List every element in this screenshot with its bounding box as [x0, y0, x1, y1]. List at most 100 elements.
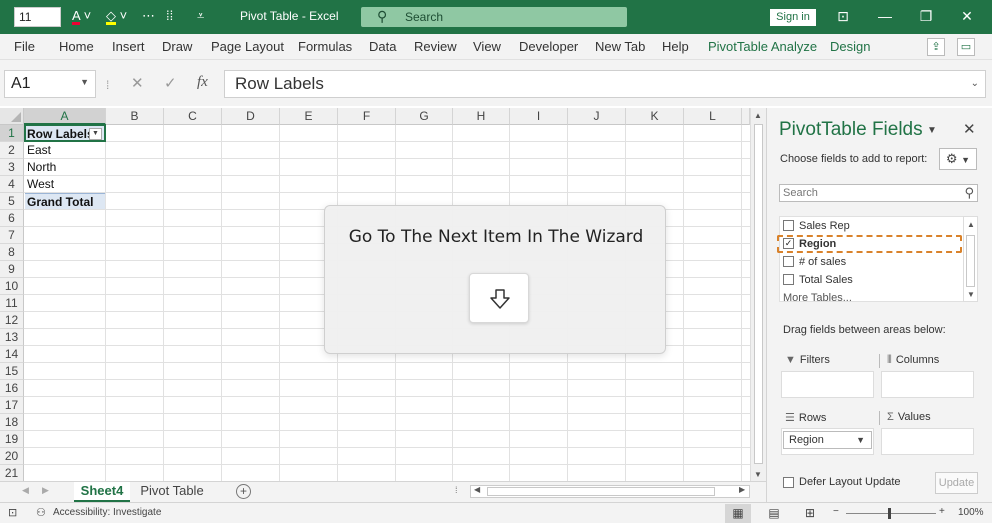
scroll-down-icon[interactable]: ▼ [967, 290, 975, 299]
tab-pivot-table[interactable]: Pivot Table [132, 482, 212, 502]
row-header-1[interactable]: 1 [0, 125, 24, 142]
row-header-14[interactable]: 14 [0, 346, 24, 363]
column-header-e[interactable]: E [280, 108, 338, 125]
row-header-10[interactable]: 10 [0, 278, 24, 295]
row-header-13[interactable]: 13 [0, 329, 24, 346]
field-list-scrollbar[interactable]: ▲ ▼ [963, 216, 978, 302]
scroll-down-icon[interactable]: ▼ [754, 470, 762, 479]
hscroll-thumb[interactable] [487, 487, 715, 496]
page-break-view-icon[interactable]: ⊞ [797, 504, 823, 523]
column-header-g[interactable]: G [396, 108, 453, 125]
menu-formulas[interactable]: Formulas [298, 39, 352, 54]
enter-icon[interactable]: ✓ [164, 74, 177, 92]
menu-data[interactable]: Data [369, 39, 396, 54]
field-settings-button[interactable]: ⚙ ▼ [939, 148, 977, 170]
scroll-left-icon[interactable]: ◀ [474, 485, 480, 494]
scroll-thumb[interactable] [754, 124, 763, 464]
checkbox[interactable] [783, 274, 794, 285]
row-header-19[interactable]: 19 [0, 431, 24, 448]
scroll-right-icon[interactable]: ▶ [739, 485, 745, 494]
column-header-k[interactable]: K [626, 108, 684, 125]
column-header-i[interactable]: I [510, 108, 568, 125]
search-box[interactable]: ⚲ Search [361, 7, 627, 27]
field-search-input[interactable]: Search ⚲ [779, 184, 978, 202]
update-button[interactable]: Update [935, 472, 978, 494]
column-header-h[interactable]: H [453, 108, 510, 125]
zoom-slider[interactable] [846, 513, 936, 514]
row-header-6[interactable]: 6 [0, 210, 24, 227]
minimize-icon[interactable]: — [875, 6, 895, 26]
field-list-scroll-thumb[interactable] [966, 235, 975, 287]
scroll-up-icon[interactable]: ▲ [967, 220, 975, 229]
ribbon-display-icon[interactable]: ⊡ [833, 6, 853, 26]
name-box[interactable]: A1 ▼ [4, 70, 96, 98]
field-sales-rep[interactable]: Sales Rep [783, 218, 850, 234]
tab-splitter-icon[interactable]: ⁞ [455, 485, 458, 495]
pane-close-icon[interactable]: ✕ [963, 120, 976, 138]
column-header-l[interactable]: L [684, 108, 742, 125]
customize-toolbar-icon[interactable]: ⩡ [197, 8, 204, 24]
wizard-next-button[interactable] [469, 273, 529, 323]
borders-icon[interactable]: ⋯ [142, 8, 155, 24]
horizontal-scrollbar[interactable]: ◀ ▶ [470, 485, 750, 498]
menu-pivottable-analyze[interactable]: PivotTable Analyze [708, 39, 817, 54]
row-header-17[interactable]: 17 [0, 397, 24, 414]
filters-drop-zone[interactable] [781, 371, 874, 398]
row-header-8[interactable]: 8 [0, 244, 24, 261]
rows-field-region[interactable]: Region ▼ [783, 431, 872, 449]
sign-in-button[interactable]: Sign in [770, 9, 816, 26]
checkbox[interactable] [783, 256, 794, 267]
cancel-icon[interactable]: ✕ [131, 74, 144, 92]
row-header-21[interactable]: 21 [0, 465, 24, 481]
comments-icon[interactable]: ▭ [957, 38, 975, 56]
chevron-down-icon[interactable]: ▼ [856, 432, 865, 448]
zoom-in-icon[interactable]: + [939, 506, 945, 517]
add-sheet-icon[interactable]: + [236, 484, 251, 499]
defer-layout-checkbox[interactable] [783, 477, 794, 488]
row-header-11[interactable]: 11 [0, 295, 24, 312]
menu-file[interactable]: File [14, 39, 35, 54]
insert-function-icon[interactable]: fx [197, 74, 208, 91]
vertical-scrollbar[interactable]: ▲ ▼ [750, 108, 766, 481]
menu-help[interactable]: Help [662, 39, 689, 54]
menu-insert[interactable]: Insert [112, 39, 145, 54]
cell-a4[interactable]: West [25, 176, 105, 192]
row-header-2[interactable]: 2 [0, 142, 24, 159]
tab-sheet4[interactable]: Sheet4 [74, 482, 130, 502]
field-num-of-sales[interactable]: # of sales [783, 254, 846, 270]
row-header-18[interactable]: 18 [0, 414, 24, 431]
prev-sheet-icon[interactable]: ◀ [22, 485, 29, 496]
menu-view[interactable]: View [473, 39, 501, 54]
row-header-3[interactable]: 3 [0, 159, 24, 176]
row-header-20[interactable]: 20 [0, 448, 24, 465]
select-all-button[interactable] [0, 108, 24, 125]
formula-input[interactable]: Row Labels ⌄ [224, 70, 986, 98]
merge-icon[interactable]: ⁞⁞ [166, 8, 173, 24]
accessibility-icon[interactable]: ⚇ [36, 506, 46, 519]
font-color-icon[interactable]: A ˅ [72, 8, 91, 24]
font-size-box[interactable]: 11 [14, 7, 61, 27]
menu-review[interactable]: Review [414, 39, 457, 54]
scroll-up-icon[interactable]: ▲ [754, 111, 762, 120]
columns-drop-zone[interactable] [881, 371, 974, 398]
column-header-f[interactable]: F [338, 108, 396, 125]
row-header-9[interactable]: 9 [0, 261, 24, 278]
share-icon[interactable]: ⇪ [927, 38, 945, 56]
cell-a3[interactable]: North [25, 159, 105, 175]
fill-color-icon[interactable]: ◇ ˅ [106, 8, 127, 24]
close-icon[interactable]: ✕ [957, 6, 977, 26]
pane-options-chevron-icon[interactable]: ▼ [927, 125, 937, 136]
field-total-sales[interactable]: Total Sales [783, 272, 853, 288]
values-drop-zone[interactable] [881, 428, 974, 455]
row-header-7[interactable]: 7 [0, 227, 24, 244]
cell-a2[interactable]: East [25, 142, 105, 158]
accessibility-status[interactable]: Accessibility: Investigate [53, 507, 161, 518]
row-header-12[interactable]: 12 [0, 312, 24, 329]
normal-view-icon[interactable]: ▦ [725, 504, 751, 523]
menu-draw[interactable]: Draw [162, 39, 192, 54]
row-header-16[interactable]: 16 [0, 380, 24, 397]
menu-home[interactable]: Home [59, 39, 94, 54]
zoom-slider-knob[interactable] [888, 508, 891, 519]
restore-icon[interactable]: ❐ [916, 6, 936, 26]
zoom-level[interactable]: 100% [958, 507, 984, 518]
